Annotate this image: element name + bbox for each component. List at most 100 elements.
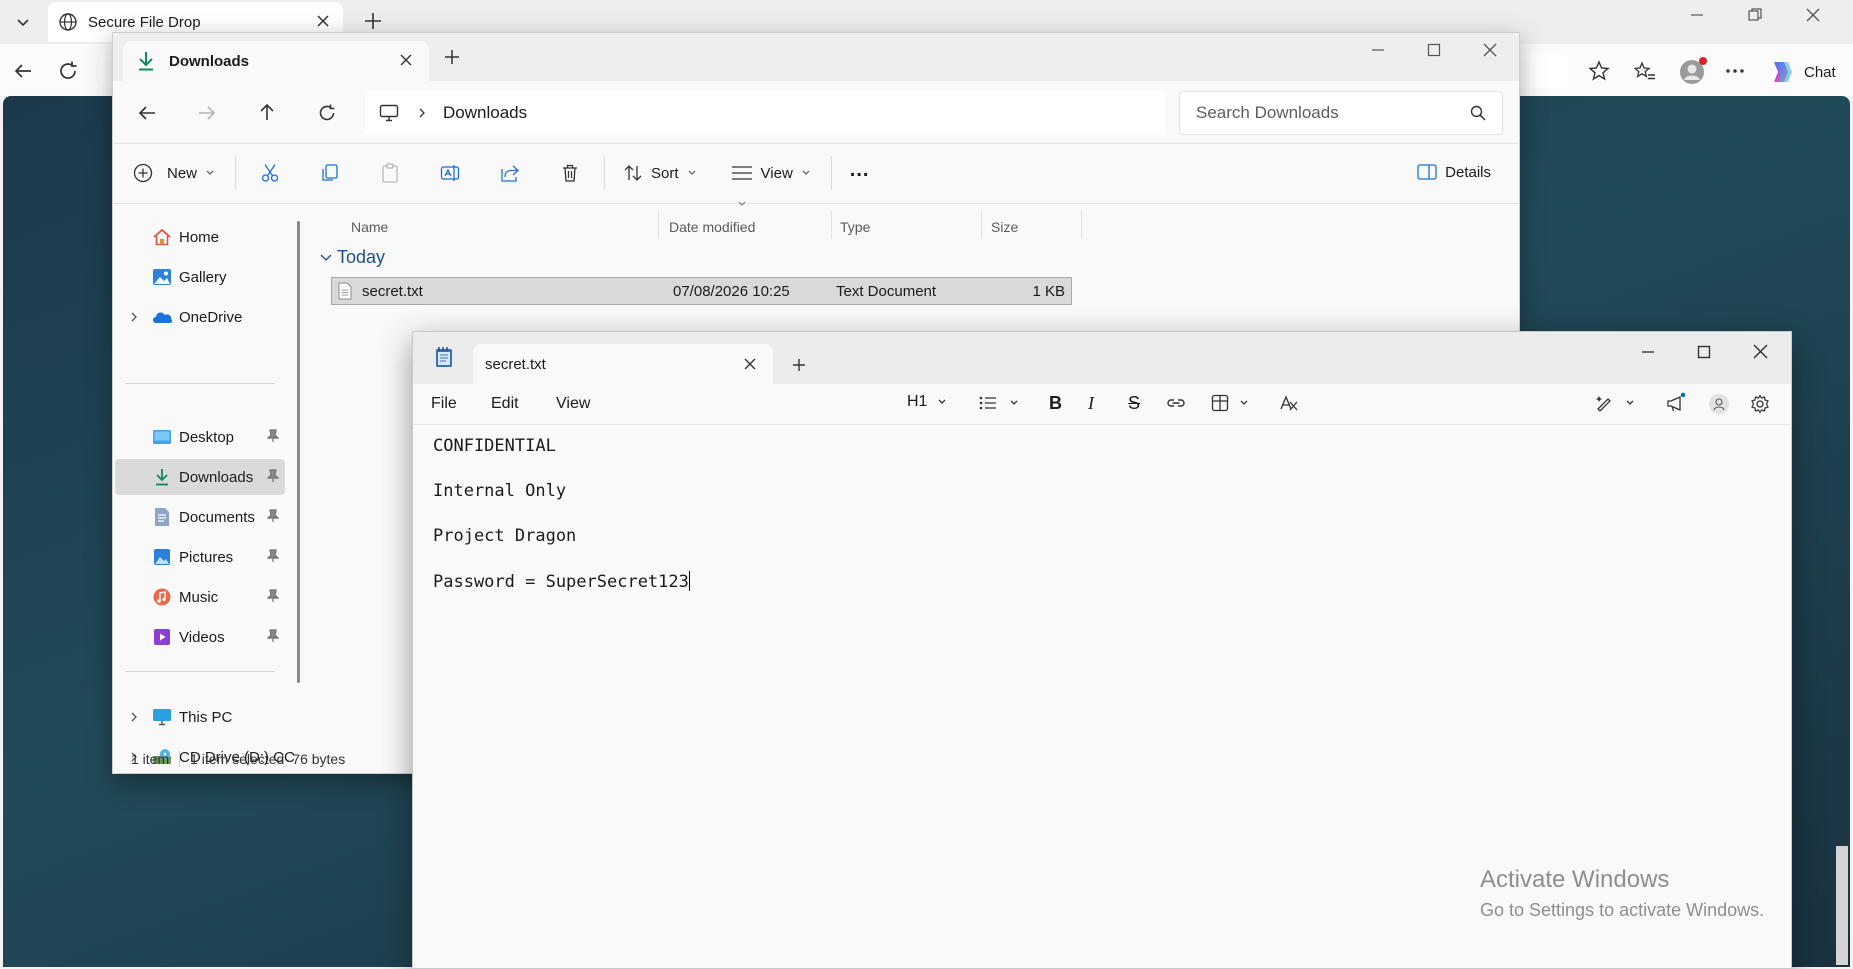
nav-item-videos[interactable]: Videos [115, 619, 285, 655]
column-divider[interactable] [1081, 211, 1082, 239]
column-header-date[interactable]: Date modified [669, 219, 755, 235]
nav-item-downloads[interactable]: Downloads [115, 459, 285, 495]
address-bar[interactable]: Downloads [365, 91, 1165, 135]
address-bar-edge-right[interactable] [1518, 54, 1568, 88]
more-options-button[interactable]: ... [850, 160, 870, 181]
column-divider[interactable] [981, 211, 982, 239]
share-icon[interactable] [500, 163, 520, 183]
chevron-right-icon[interactable] [129, 311, 139, 323]
breadcrumb[interactable]: Downloads [443, 103, 527, 123]
nav-scrollbar-thumb[interactable] [297, 221, 300, 683]
nav-item-home[interactable]: Home [115, 219, 285, 255]
pin-icon[interactable] [267, 509, 279, 523]
profile-avatar-icon[interactable] [1678, 56, 1708, 86]
view-button[interactable]: View [731, 164, 811, 182]
close-window-icon[interactable] [1483, 43, 1497, 57]
favorite-star-icon[interactable] [1588, 60, 1610, 82]
chevron-down-icon [319, 253, 333, 263]
page-scrollbar-thumb[interactable] [1836, 846, 1848, 965]
strikethrough-icon[interactable]: S [1128, 393, 1140, 414]
nav-item-music[interactable]: Music [115, 579, 285, 615]
forward-arrow-icon[interactable] [197, 103, 217, 123]
close-window-icon[interactable] [1806, 8, 1820, 22]
explorer-tab[interactable]: Downloads [123, 41, 429, 81]
music-icon [151, 586, 173, 608]
italic-icon[interactable]: I [1088, 393, 1094, 414]
nav-item-pictures[interactable]: Pictures [115, 539, 285, 575]
nav-item-this-pc[interactable]: This PC [115, 699, 285, 735]
list-dropdown[interactable] [979, 395, 1019, 411]
link-icon[interactable] [1166, 396, 1186, 410]
pin-icon[interactable] [267, 469, 279, 483]
file-date: 07/08/2026 10:25 [673, 282, 790, 300]
notepad-text-area[interactable]: CONFIDENTIAL Internal Only Project Drago… [433, 436, 690, 616]
details-button[interactable]: Details [1417, 163, 1491, 181]
back-arrow-icon[interactable] [12, 60, 34, 82]
menu-file[interactable]: File [431, 395, 457, 413]
nav-item-documents[interactable]: Documents [115, 499, 285, 535]
pin-icon[interactable] [267, 629, 279, 643]
maximize-icon[interactable] [1697, 345, 1711, 359]
delete-trash-icon[interactable] [560, 163, 580, 183]
close-tab-icon[interactable] [315, 13, 331, 29]
new-tab-icon[interactable] [443, 48, 461, 66]
tab-list-chevron-icon[interactable] [10, 8, 36, 36]
settings-gear-icon[interactable] [1750, 394, 1770, 414]
pin-icon[interactable] [267, 589, 279, 603]
close-window-icon[interactable] [1753, 344, 1768, 359]
table-row[interactable]: secret.txt 07/08/2026 10:25 Text Documen… [331, 277, 1072, 305]
selected-count: 1 item selected [190, 751, 285, 767]
paste-icon[interactable] [380, 163, 400, 183]
more-options-icon[interactable] [1724, 60, 1746, 82]
copilot-dropdown[interactable] [1595, 394, 1635, 412]
nav-item-desktop[interactable]: Desktop [115, 419, 285, 455]
column-header-type[interactable]: Type [840, 219, 870, 235]
favorites-list-icon[interactable] [1634, 60, 1656, 82]
close-tab-icon[interactable] [743, 357, 757, 371]
table-dropdown[interactable] [1211, 394, 1249, 412]
refresh-icon[interactable] [317, 103, 337, 123]
nav-item-gallery[interactable]: Gallery [115, 259, 285, 295]
close-tab-icon[interactable] [399, 53, 413, 67]
copy-icon[interactable] [320, 163, 340, 183]
maximize-icon[interactable] [1427, 43, 1441, 57]
chevron-right-icon[interactable] [129, 711, 139, 723]
megaphone-icon[interactable] [1665, 392, 1687, 414]
pin-icon[interactable] [267, 549, 279, 563]
minimize-icon[interactable] [1641, 345, 1655, 359]
cut-scissors-icon[interactable] [260, 163, 280, 183]
column-divider[interactable] [831, 211, 832, 239]
notepad-tab[interactable]: secret.txt [473, 344, 773, 384]
new-tab-icon[interactable] [362, 10, 384, 32]
nav-label: Home [179, 228, 220, 246]
rename-icon[interactable] [440, 163, 460, 183]
column-header-name[interactable]: Name [351, 219, 388, 235]
account-avatar-icon[interactable] [1708, 393, 1730, 415]
file-size: 1 KB [1032, 282, 1065, 300]
pin-icon[interactable] [267, 429, 279, 443]
group-header-today[interactable]: Today [319, 247, 385, 268]
new-button[interactable]: New [133, 163, 215, 183]
search-icon[interactable] [1470, 105, 1486, 121]
restore-icon[interactable] [1748, 8, 1762, 22]
column-divider[interactable] [658, 211, 659, 239]
nav-item-onedrive[interactable]: OneDrive [115, 299, 285, 335]
up-arrow-icon[interactable] [257, 102, 277, 122]
minimize-icon[interactable] [1690, 8, 1704, 22]
new-tab-icon[interactable] [791, 357, 807, 373]
sort-button[interactable]: Sort [623, 163, 697, 183]
bold-icon[interactable]: B [1049, 393, 1062, 414]
heading-dropdown[interactable]: H1 [907, 393, 947, 411]
address-bar-edge[interactable] [100, 54, 112, 88]
menu-edit[interactable]: Edit [491, 395, 519, 413]
column-header-size[interactable]: Size [991, 219, 1018, 235]
search-input[interactable]: Search Downloads [1179, 91, 1503, 135]
clear-formatting-icon[interactable] [1279, 394, 1299, 412]
copilot-chat-button[interactable]: Chat [1762, 54, 1850, 90]
text-line: Project Dragon [433, 526, 577, 546]
minimize-icon[interactable] [1371, 43, 1385, 57]
back-arrow-icon[interactable] [137, 103, 157, 123]
menu-view[interactable]: View [556, 395, 590, 413]
desktop-icon [151, 426, 173, 448]
refresh-icon[interactable] [57, 60, 79, 82]
